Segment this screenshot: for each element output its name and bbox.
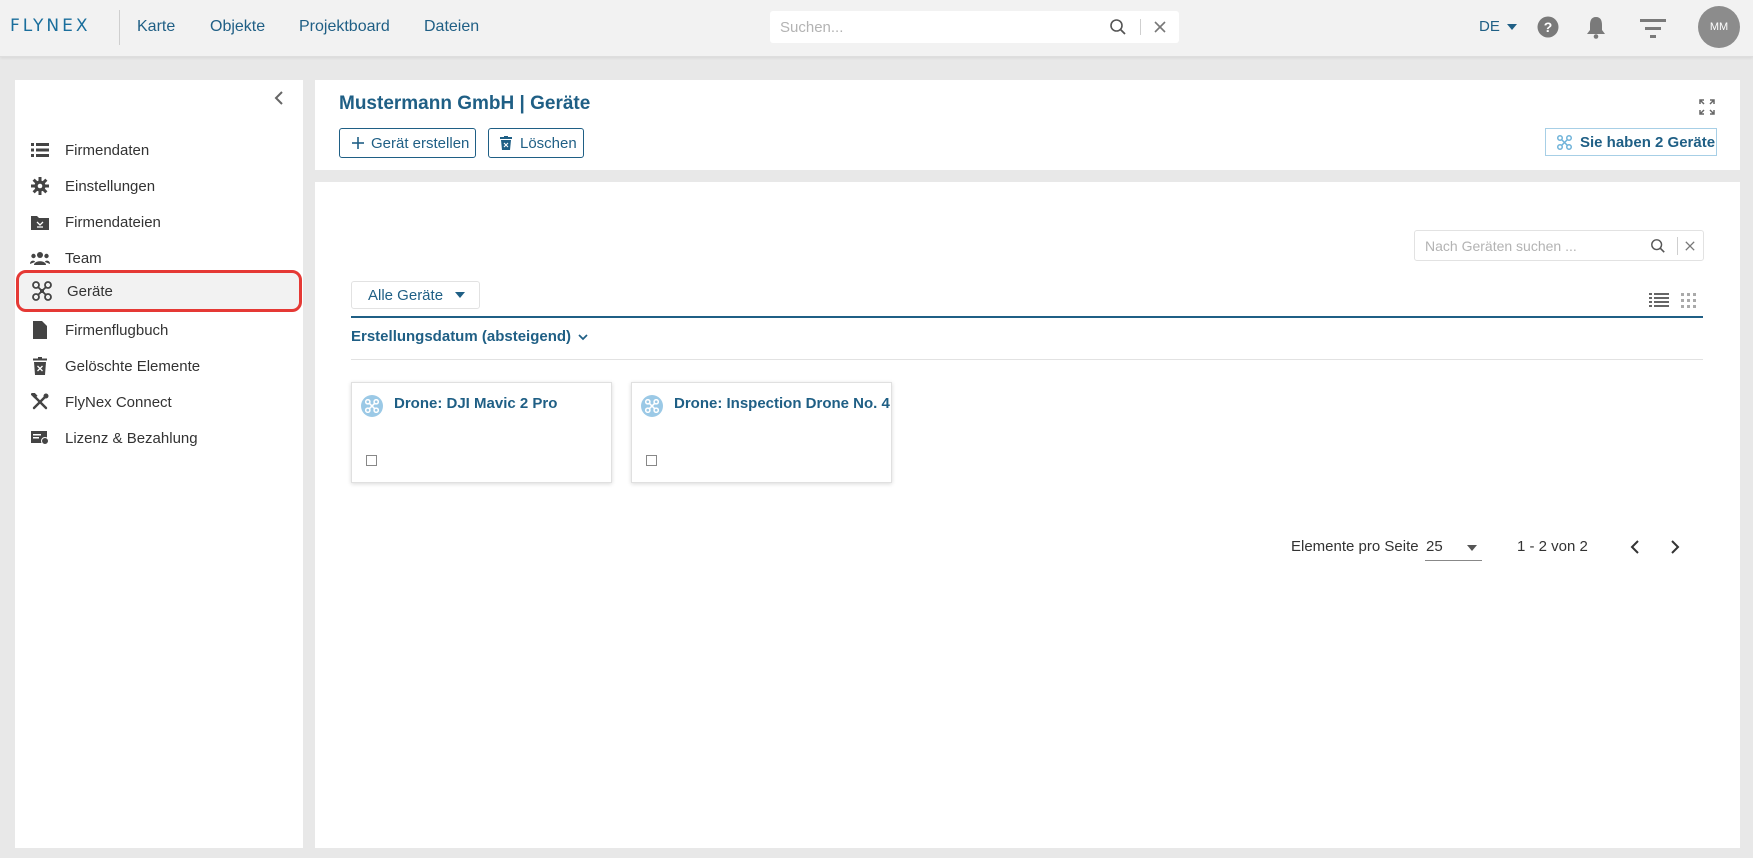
language-label: DE — [1479, 18, 1500, 35]
caret-down-icon — [1467, 545, 1477, 551]
page-size-value: 25 — [1426, 538, 1443, 555]
top-bar: FLYNEX Karte Objekte Projektboard Dateie… — [0, 0, 1753, 57]
user-avatar[interactable]: MM — [1698, 6, 1740, 48]
flynex-logo[interactable]: FLYNEX — [10, 16, 90, 40]
folder-icon — [30, 212, 50, 232]
drone-icon — [1557, 134, 1572, 150]
page-range: 1 - 2 von 2 — [1517, 538, 1588, 555]
page-size-label: Elemente pro Seite — [1291, 538, 1419, 555]
device-count-badge[interactable]: Sie haben 2 Geräte — [1545, 128, 1717, 156]
page-size-select[interactable]: 25 — [1425, 535, 1482, 561]
language-selector[interactable]: DE — [1479, 18, 1518, 35]
previous-page-icon[interactable] — [1626, 538, 1644, 556]
create-device-label: Gerät erstellen — [371, 134, 470, 152]
grid-view-icon[interactable] — [1679, 292, 1697, 308]
sort-label: Erstellungsdatum (absteigend) — [351, 328, 572, 345]
page-title: Mustermann GmbH | Geräte — [339, 93, 591, 114]
search-separator — [1677, 237, 1678, 255]
sidebar-item-flynex-connect[interactable]: FlyNex Connect — [15, 384, 303, 420]
caret-down-icon — [1507, 24, 1518, 31]
device-count-label: Sie haben 2 Geräte — [1580, 133, 1716, 151]
delete-button[interactable]: Löschen — [488, 128, 584, 158]
search-separator — [1140, 19, 1141, 35]
device-card-checkbox[interactable] — [646, 455, 657, 466]
device-card-title[interactable]: Drone: DJI Mavic 2 Pro — [394, 395, 557, 412]
list-icon — [30, 140, 50, 160]
device-filter-dropdown[interactable]: Alle Geräte — [351, 281, 480, 309]
sidebar-item-label: Lizenz & Bezahlung — [65, 429, 198, 447]
list-view-icon[interactable] — [1648, 292, 1670, 308]
sidebar-item-label: Gelöschte Elemente — [65, 357, 201, 375]
global-search — [770, 11, 1179, 43]
device-search — [1414, 230, 1704, 261]
help-icon[interactable]: ? — [1537, 16, 1559, 38]
drone-icon — [641, 395, 663, 417]
device-card-title[interactable]: Drone: Inspection Drone No. 4 — [674, 395, 890, 412]
device-filter-label: Alle Geräte — [368, 286, 444, 304]
user-initials: MM — [1709, 21, 1729, 33]
drone-icon — [32, 281, 52, 301]
sidebar-item-label: Firmendaten — [65, 141, 150, 159]
delete-label: Löschen — [520, 134, 577, 152]
sidebar-item-label: Firmendateien — [65, 213, 161, 231]
devices-panel: Alle Geräte Erstellungsdatum (absteigend… — [315, 182, 1740, 848]
sidebar-item-firmendaten[interactable]: Firmendaten — [15, 132, 303, 168]
sort-divider — [351, 359, 1703, 360]
svg-text:?: ? — [1544, 19, 1553, 35]
caret-down-icon — [455, 292, 466, 298]
plus-icon — [352, 137, 364, 149]
sidebar-item-geraete[interactable]: Geräte — [16, 270, 302, 312]
trash-icon — [500, 136, 512, 150]
page-header: Mustermann GmbH | Geräte Gerät erstellen… — [315, 80, 1740, 170]
sort-selector[interactable]: Erstellungsdatum (absteigend) — [351, 328, 588, 345]
next-page-icon[interactable] — [1666, 538, 1684, 556]
filter-divider — [351, 316, 1703, 318]
tools-icon — [30, 392, 50, 412]
nav-karte[interactable]: Karte — [137, 18, 175, 36]
gear-icon — [30, 176, 50, 196]
nav-objekte[interactable]: Objekte — [210, 18, 265, 36]
license-icon — [30, 428, 50, 448]
document-icon — [30, 320, 50, 340]
sidebar-item-einstellungen[interactable]: Einstellungen — [15, 168, 303, 204]
collapse-sidebar-icon[interactable] — [271, 90, 287, 106]
sidebar-item-firmendateien[interactable]: Firmendateien — [15, 204, 303, 240]
device-card-checkbox[interactable] — [366, 455, 377, 466]
search-icon[interactable] — [1649, 237, 1667, 255]
clear-search-icon[interactable] — [1682, 238, 1698, 254]
drone-icon — [361, 395, 383, 417]
search-icon[interactable] — [1108, 17, 1128, 37]
sidebar-item-firmenflugbuch[interactable]: Firmenflugbuch — [15, 312, 303, 348]
global-search-input[interactable] — [780, 11, 1100, 43]
chevron-down-icon — [578, 333, 588, 340]
team-icon — [30, 248, 50, 268]
device-card[interactable]: Drone: Inspection Drone No. 4 — [631, 382, 892, 483]
nav-projektboard[interactable]: Projektboard — [299, 18, 390, 36]
device-search-input[interactable] — [1425, 231, 1645, 260]
sidebar-item-label: Geräte — [67, 282, 113, 300]
clear-search-icon[interactable] — [1150, 17, 1170, 37]
nav-dateien[interactable]: Dateien — [424, 18, 479, 36]
trash-icon — [30, 356, 50, 376]
device-card[interactable]: Drone: DJI Mavic 2 Pro — [351, 382, 612, 483]
sidebar-item-label: FlyNex Connect — [65, 393, 172, 411]
sidebar-item-label: Team — [65, 249, 102, 267]
sidebar-item-label: Firmenflugbuch — [65, 321, 169, 339]
filter-icon[interactable] — [1638, 15, 1668, 41]
bell-icon[interactable] — [1585, 14, 1607, 40]
sidebar-item-geloeschte-elemente[interactable]: Gelöschte Elemente — [15, 348, 303, 384]
create-device-button[interactable]: Gerät erstellen — [339, 128, 476, 158]
logo-divider — [119, 10, 120, 45]
sidebar-item-label: Einstellungen — [65, 177, 156, 195]
fullscreen-icon[interactable] — [1698, 98, 1716, 116]
sidebar-item-lizenz-bezahlung[interactable]: Lizenz & Bezahlung — [15, 420, 303, 456]
sidebar: Firmendaten Einstellungen Firmendateien … — [15, 80, 303, 848]
